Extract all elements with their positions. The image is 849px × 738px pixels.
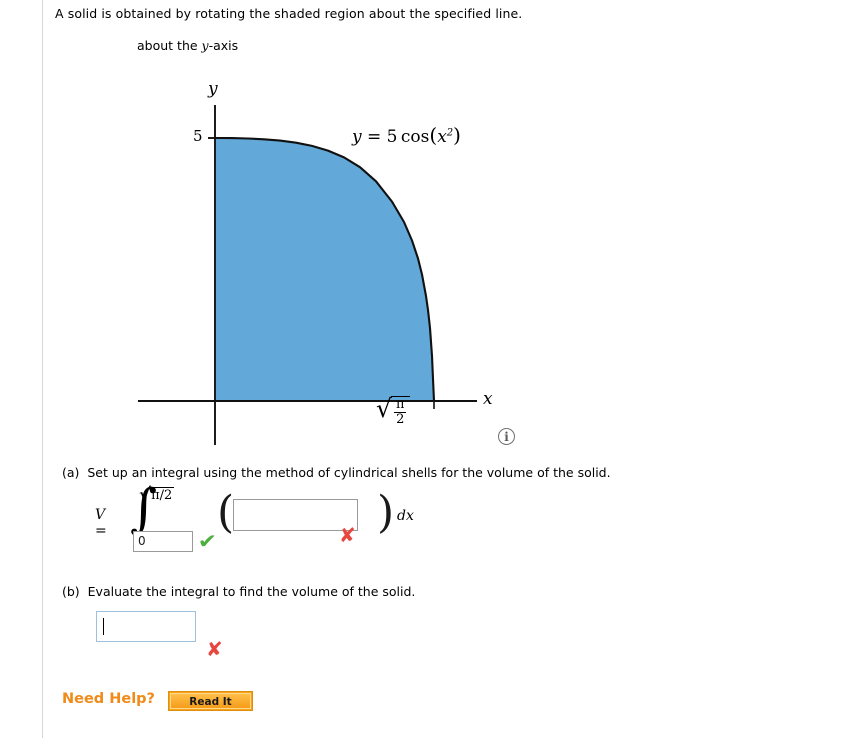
need-help-label: Need Help? [62,691,155,707]
x-tick-label-sqrt-pi-over-2: √ π 2 [376,394,411,427]
integral-upper-limit: √ π/2 [139,484,175,506]
fraction-numerator: π [395,397,405,412]
equation-equals: = [361,127,387,147]
radicand-group: π 2 [390,396,411,427]
radical-sign-icon: √ [376,394,392,423]
rotation-axis-suffix: -axis [208,38,239,53]
upper-limit-radical-icon: √ [139,484,152,506]
rotation-axis-prefix: about the [137,38,202,53]
integrand-incorrect-icon: ✘ [339,523,356,547]
y-axis-label: y [208,79,218,99]
volume-symbol: V [95,507,106,523]
read-it-button[interactable]: Read It [168,691,253,711]
integrand-close-paren: ) [377,487,395,538]
integral-lower-limit [133,530,193,552]
text-cursor [103,618,104,635]
part-b-question: (b) Evaluate the integral to find the vo… [62,584,415,599]
fraction-pi-over-2: π 2 [393,397,407,427]
x-axis-label: x [483,389,493,409]
part-b-answer-input[interactable] [96,611,196,642]
equation-coefficient: 5 [386,127,398,147]
part-a-text: Set up an integral using the method of c… [87,465,611,480]
problem-page: A solid is obtained by rotating the shad… [0,0,849,738]
problem-statement: A solid is obtained by rotating the shad… [55,6,523,21]
volume-equals-label: V = [95,507,107,539]
rotation-axis-variable: y [201,38,209,53]
fraction-denominator: 2 [393,411,407,427]
y-tick-label-5: 5 [193,127,203,145]
equation-lhs: y [352,127,362,147]
curve-equation-label: y = 5 cos(x2) [352,123,461,147]
differential-dx-label: dx [397,508,414,524]
figure-svg [138,105,477,445]
lower-limit-input[interactable] [133,530,193,552]
part-b-text: Evaluate the integral to find the volume… [87,584,416,599]
part-a-label: (a) [62,465,80,480]
upper-limit-radicand: π/2 [150,487,175,503]
info-icon[interactable]: i [498,428,515,445]
part-b-answer-area: ✘ [96,611,223,659]
equals-sign: = [95,523,107,539]
part-a-question: (a) Set up an integral using the method … [62,465,611,480]
equation-argument-base: x [437,127,447,147]
equation-function: cos [400,127,430,147]
region-figure: y x 5 y = 5 cos(x2) √ π 2 i [0,70,560,460]
part-b-label: (b) [62,584,80,599]
lower-limit-correct-icon: ✔ [197,529,218,553]
part-b-incorrect-icon: ✘ [206,637,223,661]
equation-close-paren: ) [453,123,461,147]
rotation-axis-text: about the y-axis [137,38,238,54]
shaded-region [216,138,434,401]
integrand-open-paren: ( [217,487,235,538]
